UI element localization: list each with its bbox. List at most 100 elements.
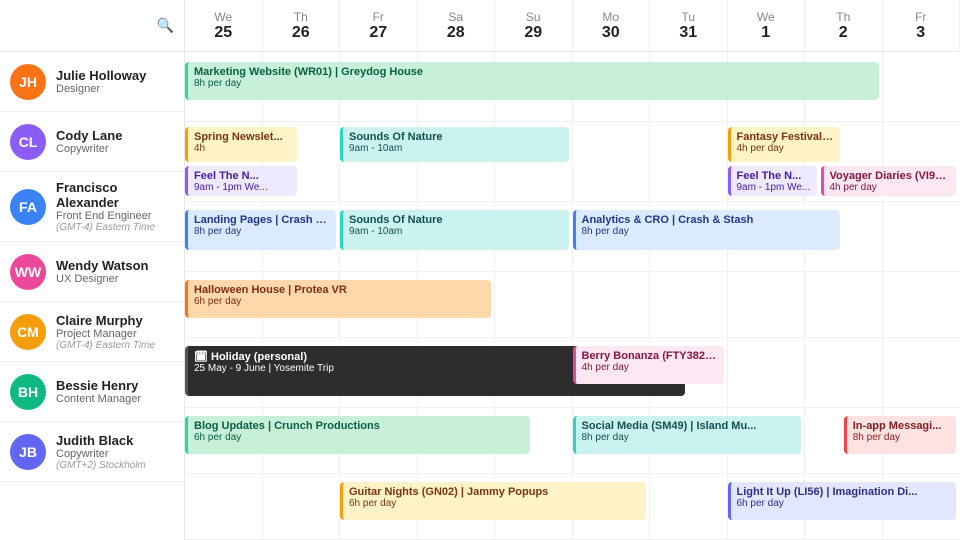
avatar-julie: JH [10,64,46,100]
sidebar: 🔍 JH Julie Holloway Designer CL Cody Lan… [0,0,185,540]
member-info-francisco: Francisco Alexander Front End Engineer (… [56,180,174,233]
member-info-claire: Claire Murphy Project Manager (GMT-4) Ea… [56,313,155,351]
day-name: We [214,10,232,24]
team-member-francisco[interactable]: FA Francisco Alexander Front End Enginee… [0,172,184,242]
day-num: 28 [447,24,465,42]
event-r2-1[interactable]: Sounds Of Nature9am - 10am [340,210,569,250]
member-name-julie: Julie Holloway [56,68,146,83]
event-r2-0[interactable]: Landing Pages | Crash & Stash8h per day [185,210,336,250]
event-title: Voyager Diaries (VI99) | Space Po... [830,170,951,182]
grid-col-r2-c9 [883,202,960,271]
event-title: Feel The N... [194,170,291,182]
event-title: Blog Updates | Crunch Productions [194,420,524,432]
event-title: Guitar Nights (GN02) | Jammy Popups [349,486,640,498]
member-role-julie: Designer [56,83,146,95]
day-num: 27 [369,24,387,42]
grid-col-r6-c6 [650,474,728,539]
day-num: 1 [761,24,770,42]
member-tz-claire: (GMT-4) Eastern Time [56,340,155,351]
event-hours: 6h per day [349,498,640,509]
grid-col-r3-c4 [495,272,573,337]
grid-col-r3-c7 [728,272,806,337]
event-hours: 9am - 10am [349,226,563,237]
event-r6-0[interactable]: Guitar Nights (GN02) | Jammy Popups6h pe… [340,482,646,520]
grid-row-4: 🗓 Holiday (personal)25 May - 9 June | Yo… [185,338,960,408]
day-name: Mo [602,10,619,24]
member-name-francisco: Francisco Alexander [56,180,174,210]
event-hours: 4h per day [830,182,951,193]
team-member-claire[interactable]: CM Claire Murphy Project Manager (GMT-4)… [0,302,184,362]
event-title: Analytics & CRO | Crash & Stash [582,214,834,226]
team-member-wendy[interactable]: WW Wendy Watson UX Designer [0,242,184,302]
event-r4-1[interactable]: Berry Bonanza (FTY3820) | Frooty4h per d… [573,346,724,384]
row-wrapper: Marketing Website (WR01) | Greydog House… [185,52,960,540]
member-info-judith: Judith Black Copywriter (GMT+2) Stockhol… [56,433,146,471]
event-hours: 9am - 10am [349,143,563,154]
event-hours: 6h per day [194,296,485,307]
avatar-bessie: BH [10,374,46,410]
event-title: In-app Messagi... [853,420,950,432]
member-name-judith: Judith Black [56,433,146,448]
day-name: Th [836,10,850,24]
member-tz-francisco: (GMT-4) Eastern Time [56,222,174,233]
grid-row-3: Halloween House | Protea VR6h per day [185,272,960,338]
event-title: Fantasy Festival | Dreamtime Fields [737,131,834,143]
grid-col-r3-c5 [573,272,651,337]
event-r1-4[interactable]: Feel The N...9am - 1pm We... [728,166,817,196]
day-header-3: Fr 3 [883,0,960,51]
search-input[interactable] [10,18,153,33]
team-member-judith[interactable]: JB Judith Black Copywriter (GMT+2) Stock… [0,422,184,482]
app-container: 🔍 JH Julie Holloway Designer CL Cody Lan… [0,0,960,540]
event-r1-1[interactable]: Sounds Of Nature9am - 10am [340,127,569,162]
event-hours: 4h per day [582,362,718,373]
day-header-28: Sa 28 [418,0,496,51]
day-header-31: Tu 31 [650,0,728,51]
event-hours: 6h per day [737,498,951,509]
grid-col-r6-c1 [263,474,341,539]
event-r5-1[interactable]: Social Media (SM49) | Island Mu...8h per… [573,416,802,454]
event-hours: 8h per day [194,226,330,237]
team-member-julie[interactable]: JH Julie Holloway Designer [0,52,184,112]
day-header-1: We 1 [728,0,806,51]
event-r5-2[interactable]: In-app Messagi...8h per day [844,416,956,454]
event-r0-0[interactable]: Marketing Website (WR01) | Greydog House… [185,62,879,100]
grid-row-1: Spring Newslet...4h Sounds Of Nature9am -… [185,122,960,202]
avatar-cody: CL [10,124,46,160]
day-name: Fr [373,10,384,24]
event-r2-2[interactable]: Analytics & CRO | Crash & Stash8h per da… [573,210,840,250]
event-hours: 6h per day [194,432,524,443]
event-r1-3[interactable]: Feel The N...9am - 1pm We... [185,166,297,196]
event-title: Landing Pages | Crash & Stash [194,214,330,226]
grid-col-r1-c6 [650,122,728,201]
event-hours: 8h per day [194,78,873,89]
team-member-cody[interactable]: CL Cody Lane Copywriter [0,112,184,172]
avatar-judith: JB [10,434,46,470]
calendar-body: Marketing Website (WR01) | Greydog House… [185,52,960,540]
day-num: 25 [214,24,232,42]
event-hours: 8h per day [582,226,834,237]
event-r5-0[interactable]: Blog Updates | Crunch Productions6h per … [185,416,530,454]
event-r1-2[interactable]: Fantasy Festival | Dreamtime Fields4h pe… [728,127,840,162]
day-num: 29 [524,24,542,42]
search-bar[interactable]: 🔍 [0,0,184,52]
member-role-cody: Copywriter [56,143,122,155]
event-r6-1[interactable]: Light It Up (LI56) | Imagination Di...6h… [728,482,957,520]
grid-col-r4-c9 [883,338,960,407]
event-r3-0[interactable]: Halloween House | Protea VR6h per day [185,280,491,318]
member-info-wendy: Wendy Watson UX Designer [56,258,148,285]
day-header-30: Mo 30 [573,0,651,51]
event-title: Spring Newslet... [194,131,291,143]
calendar-header: We 25 Th 26 Fr 27 Sa 28 Su 29 Mo 30 Tu 3… [185,0,960,52]
day-header-26: Th 26 [263,0,341,51]
team-member-bessie[interactable]: BH Bessie Henry Content Manager [0,362,184,422]
member-role-bessie: Content Manager [56,393,141,405]
avatar-claire: CM [10,314,46,350]
grid-col-r1-c5 [573,122,651,201]
grid-row-0: Marketing Website (WR01) | Greydog House… [185,52,960,122]
event-r1-5[interactable]: Voyager Diaries (VI99) | Space Po...4h p… [821,166,957,196]
event-r1-0[interactable]: Spring Newslet...4h [185,127,297,162]
search-icon: 🔍 [157,17,174,34]
member-name-cody: Cody Lane [56,128,122,143]
event-title: Social Media (SM49) | Island Mu... [582,420,796,432]
member-role-judith: Copywriter [56,448,146,460]
